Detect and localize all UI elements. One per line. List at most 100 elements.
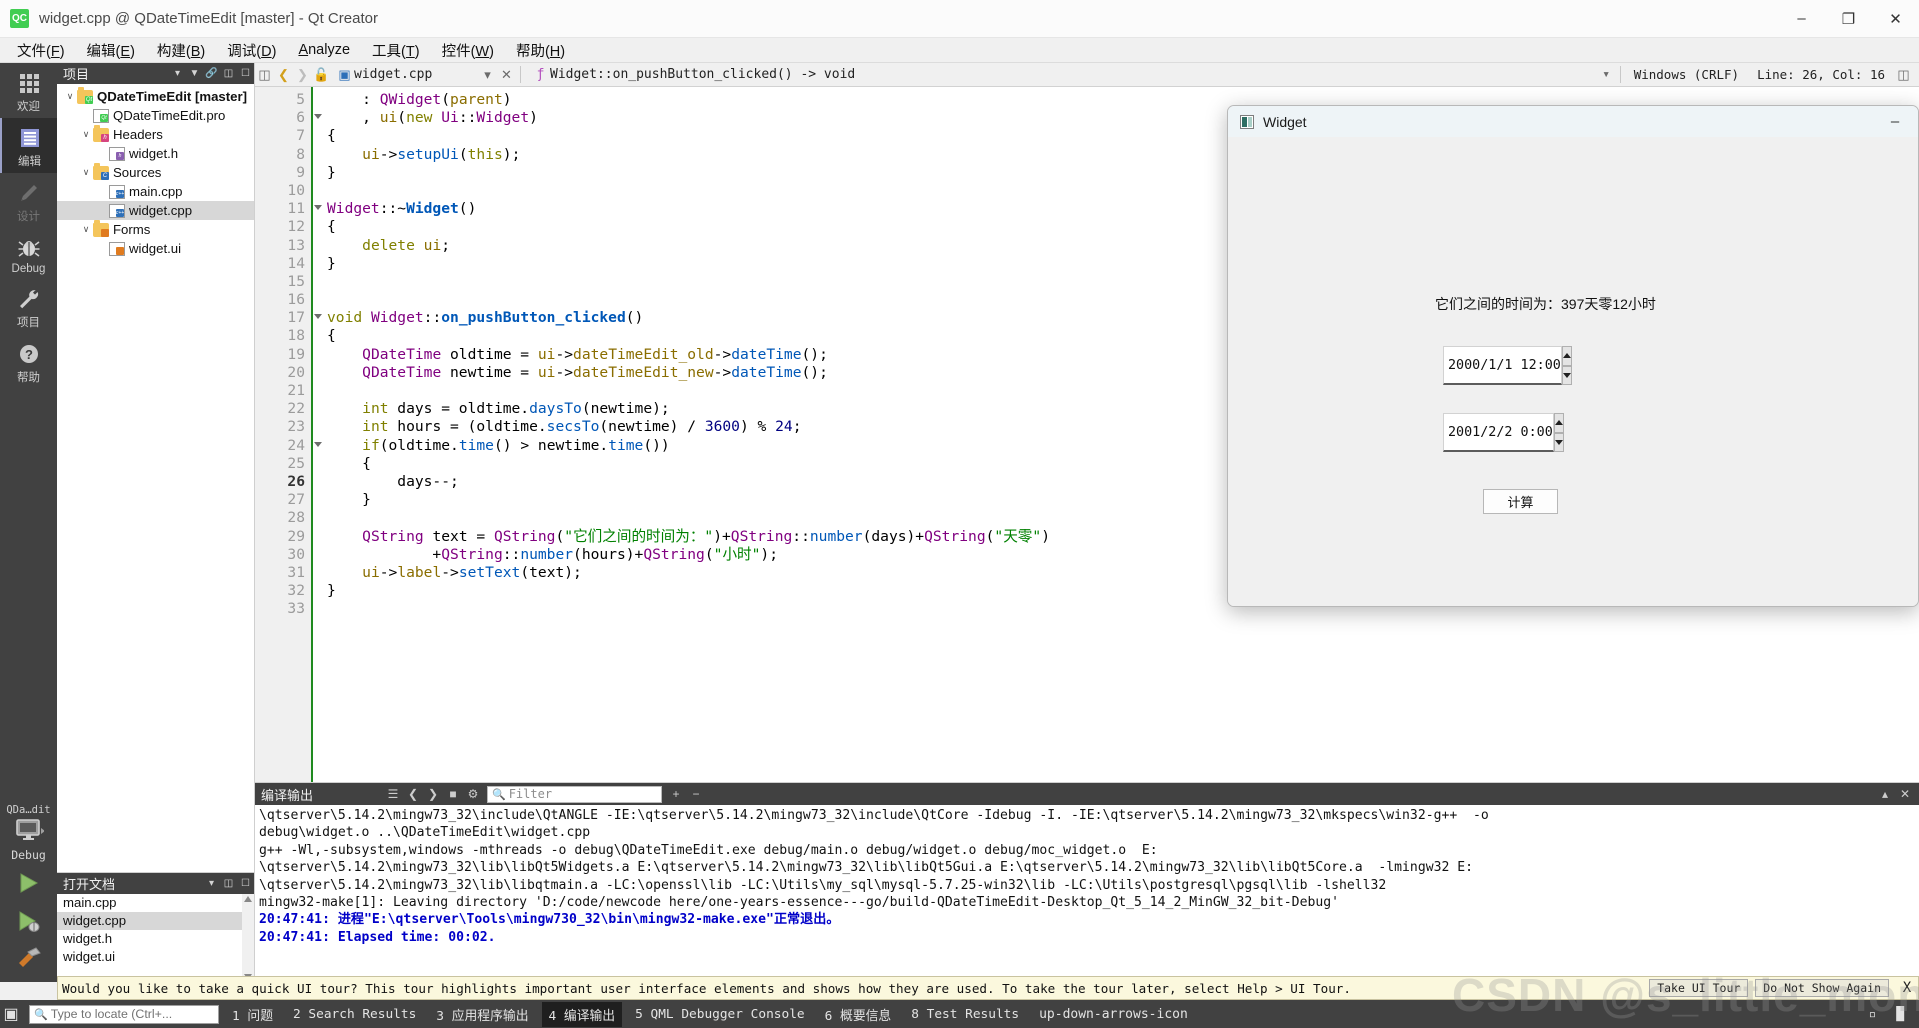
panel-toggle-icon[interactable]: ▣ xyxy=(0,1000,22,1028)
maximize-pane-icon[interactable]: █ xyxy=(1889,1004,1911,1025)
split-icon[interactable]: ◫ xyxy=(220,874,237,893)
tree-item-sources[interactable]: ∨ C Sources xyxy=(57,162,254,182)
datetime-new-spinner[interactable] xyxy=(1553,413,1564,452)
do-not-show-again-button[interactable]: Do Not Show Again xyxy=(1755,979,1889,997)
split-icon[interactable]: ◫ xyxy=(220,64,237,83)
scroll-up-icon[interactable] xyxy=(244,896,252,902)
widget-app-window[interactable]: Widget – 它们之间的时间为：397天零12小时 2000/1/1 12:… xyxy=(1227,105,1919,607)
menu-file[interactable]: 文件(F) xyxy=(6,38,76,63)
back-arrow-icon[interactable]: ❮ xyxy=(274,64,293,86)
datetime-old-spinner[interactable] xyxy=(1561,346,1572,385)
mode-编辑[interactable]: 编辑 xyxy=(0,118,57,173)
output-pane-tabs[interactable]: 1 问题 2 Search Results 3 应用程序输出 4 编译输出 5 QML … xyxy=(219,1001,1026,1027)
filter-icon[interactable]: ▼ xyxy=(186,64,203,83)
datetime-edit-old[interactable]: 2000/1/1 12:00 xyxy=(1443,346,1572,385)
open-documents-list[interactable]: main.cpp widget.cpp widget.h widget.ui xyxy=(57,894,254,982)
filter-input[interactable]: 🔍 Filter xyxy=(487,785,662,803)
close-tour-bar-button[interactable]: X xyxy=(1896,980,1918,996)
triangle-down-icon[interactable] xyxy=(1553,432,1564,452)
build-button[interactable] xyxy=(16,947,42,974)
triangle-down-icon[interactable] xyxy=(1561,365,1572,385)
open-document-main-cpp[interactable]: main.cpp xyxy=(57,894,254,912)
chevron-up-icon[interactable]: ▴ xyxy=(1875,784,1895,804)
mode-欢迎[interactable]: 欢迎 xyxy=(0,63,57,118)
datetime-edit-new[interactable]: 2001/2/2 0:00 xyxy=(1443,413,1564,452)
symbol-combo[interactable]: ƒ Widget::on_pushButton_clicked() -> voi… xyxy=(525,64,1616,86)
twisty-icon[interactable]: ∨ xyxy=(63,91,77,102)
start-debugging-button[interactable] xyxy=(16,909,42,938)
zoom-in-button[interactable]: + xyxy=(666,784,686,804)
menu-analyze[interactable]: Analyze xyxy=(287,40,361,60)
chevron-down-icon[interactable]: ▾ xyxy=(203,874,220,893)
output-tab-3-应用程序输出[interactable]: 3 应用程序输出 xyxy=(429,1002,535,1027)
menu-edit[interactable]: 编辑(E) xyxy=(76,38,146,63)
line-ending-label[interactable]: Windows (CRLF) xyxy=(1625,67,1748,82)
twisty-icon[interactable]: ∨ xyxy=(79,129,93,140)
close-window-button[interactable]: ✕ xyxy=(1872,0,1919,38)
split-editor-icon[interactable]: ◫ xyxy=(1894,64,1913,86)
open-document-widget-h[interactable]: widget.h xyxy=(57,930,254,948)
tree-item-widget.ui[interactable]: widget.ui xyxy=(57,239,254,258)
split-editor-icon[interactable]: ◫ xyxy=(255,64,274,86)
twisty-icon[interactable]: ∨ xyxy=(79,167,93,178)
output-tab-8-test-results[interactable]: 8 Test Results xyxy=(904,1004,1026,1025)
flat-list-icon[interactable]: ☰ xyxy=(383,784,403,804)
compile-output-text[interactable]: \qtserver\5.14.2\mingw73_32\include\QtAN… xyxy=(255,805,1919,982)
menu-help[interactable]: 帮助(H) xyxy=(505,38,576,63)
tree-item-headers[interactable]: ∨ h Headers xyxy=(57,124,254,144)
mode-设计[interactable]: 设计 xyxy=(0,173,57,228)
chevron-down-icon[interactable]: ▾ xyxy=(169,64,186,83)
triangle-up-icon[interactable] xyxy=(1561,346,1572,366)
close-panel-icon[interactable]: ☐ xyxy=(237,64,254,83)
tree-item-main.cpp[interactable]: c++ main.cpp xyxy=(57,182,254,201)
datetime-old-value[interactable]: 2000/1/1 12:00 xyxy=(1443,346,1562,385)
minimize-window-button[interactable]: – xyxy=(1778,0,1825,38)
zoom-out-button[interactable]: − xyxy=(686,784,706,804)
link-icon[interactable]: 🔗 xyxy=(203,64,220,83)
tree-item-qdatetimeedit.pro[interactable]: Qt QDateTimeEdit.pro xyxy=(57,106,254,125)
locator-input[interactable]: 🔍 Type to locate (Ctrl+... xyxy=(29,1004,219,1024)
maximize-window-button[interactable]: ❐ xyxy=(1825,0,1872,38)
open-document-widget-cpp[interactable]: widget.cpp xyxy=(57,912,254,930)
mode-项目[interactable]: 项目 xyxy=(0,279,57,334)
mode-Debug[interactable]: Debug xyxy=(0,228,57,279)
next-icon[interactable]: ❯ xyxy=(423,784,443,804)
project-tree[interactable]: ∨ Qt QDateTimeEdit [master] Qt QDateTimeEdit… xyxy=(57,84,254,872)
gear-icon[interactable]: ⚙ xyxy=(463,784,483,804)
close-icon[interactable]: ✕ xyxy=(497,64,516,86)
unlock-icon[interactable]: 🔓 xyxy=(312,64,331,86)
editor-file-combo[interactable]: ▣ widget.cpp ▾ ✕ xyxy=(331,64,516,86)
minimize-pane-icon[interactable]: ▫ xyxy=(1862,1004,1884,1025)
calculate-button[interactable]: 计算 xyxy=(1483,489,1558,514)
menu-window[interactable]: 控件(W) xyxy=(431,38,505,63)
triangle-up-icon[interactable] xyxy=(1553,413,1564,433)
menu-debug[interactable]: 调试(D) xyxy=(216,38,287,63)
mode-帮助[interactable]: ? 帮助 xyxy=(0,334,57,389)
tree-item-forms[interactable]: ∨ Forms xyxy=(57,219,254,239)
run-button[interactable] xyxy=(16,871,42,900)
close-panel-icon[interactable]: ☐ xyxy=(237,874,254,893)
output-tab-1-问题[interactable]: 1 问题 xyxy=(225,1002,280,1027)
chevron-down-icon[interactable]: ▾ xyxy=(1597,64,1616,86)
chevron-down-icon[interactable]: ▾ xyxy=(478,64,497,86)
stop-icon[interactable]: ■ xyxy=(443,784,463,804)
close-icon[interactable]: ✕ xyxy=(1895,784,1915,804)
kit-selector[interactable]: QDa…dit Debug xyxy=(0,804,57,974)
up-down-arrows-icon[interactable]: up-down-arrows-icon xyxy=(1032,1004,1195,1025)
output-tab-5-qml-debugger-console[interactable]: 5 QML Debugger Console xyxy=(628,1004,812,1025)
forward-arrow-icon[interactable]: ❯ xyxy=(293,64,312,86)
menu-build[interactable]: 构建(B) xyxy=(146,38,216,63)
twisty-icon[interactable]: ∨ xyxy=(79,224,93,235)
prev-icon[interactable]: ❮ xyxy=(403,784,423,804)
tree-item-widget.cpp[interactable]: c++ widget.cpp xyxy=(57,201,254,220)
datetime-new-value[interactable]: 2001/2/2 0:00 xyxy=(1443,413,1554,452)
tree-item-qdatetimeedit-master-[interactable]: ∨ Qt QDateTimeEdit [master] xyxy=(57,86,254,106)
output-tab-4-编译输出[interactable]: 4 编译输出 xyxy=(541,1001,623,1027)
menu-tools[interactable]: 工具(T) xyxy=(361,38,431,63)
output-tab-2-search-results[interactable]: 2 Search Results xyxy=(286,1004,423,1025)
output-tab-6-概要信息[interactable]: 6 概要信息 xyxy=(818,1002,899,1027)
tree-item-widget.h[interactable]: h widget.h xyxy=(57,144,254,163)
take-ui-tour-button[interactable]: Take UI Tour xyxy=(1649,979,1749,997)
widget-app-minimize-button[interactable]: – xyxy=(1872,106,1918,137)
open-documents-scrollbar[interactable] xyxy=(242,894,254,982)
